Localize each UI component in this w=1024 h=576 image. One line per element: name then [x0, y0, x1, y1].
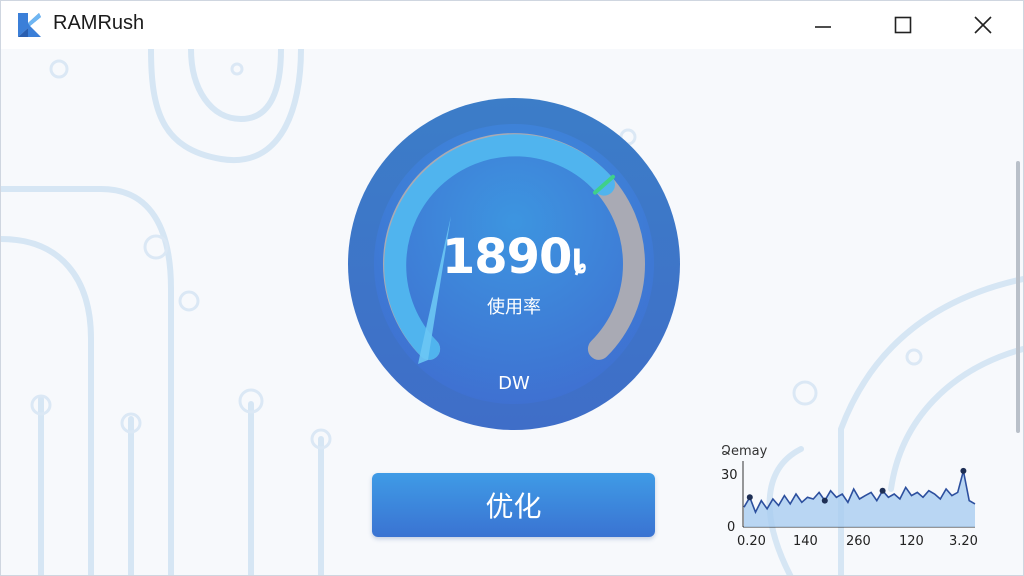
close-icon — [974, 16, 992, 34]
minimize-button[interactable] — [783, 1, 863, 49]
minimize-icon — [815, 26, 831, 28]
scrollbar[interactable] — [1016, 161, 1020, 433]
x-tick-label: 3.20 — [949, 534, 978, 549]
chart-point — [960, 467, 967, 474]
close-button[interactable] — [943, 1, 1023, 49]
app-window: RAMRush 1890ȴ 使用率 DW 优化 Ձemay 30 0 0.20 … — [0, 0, 1024, 576]
y-tick-label: 30 — [721, 468, 738, 483]
app-title: RAMRush — [53, 12, 145, 34]
chart-point — [746, 494, 753, 501]
optimize-button[interactable]: 优化 — [372, 473, 655, 537]
x-tick-label: 260 — [846, 534, 871, 549]
x-tick-label: 140 — [793, 534, 818, 549]
memory-history-chart: Ձemay 30 0 0.20 140 260 120 3.20 — [721, 444, 978, 549]
ramrush-logo-icon — [18, 13, 41, 37]
chart-point — [821, 497, 828, 504]
maximize-icon — [894, 16, 912, 34]
gauge-label: 使用率 — [487, 297, 541, 318]
x-tick-label: 0.20 — [737, 534, 766, 549]
title-bar: RAMRush — [1, 1, 1023, 49]
gauge-value: 1890ȴ — [441, 229, 587, 285]
gauge-unit: DW — [498, 373, 530, 394]
chart-point — [879, 487, 886, 494]
chart-title: Ձemay — [721, 444, 768, 459]
maximize-button[interactable] — [863, 1, 943, 49]
x-tick-label: 120 — [899, 534, 924, 549]
y-tick-label: 0 — [727, 520, 735, 535]
